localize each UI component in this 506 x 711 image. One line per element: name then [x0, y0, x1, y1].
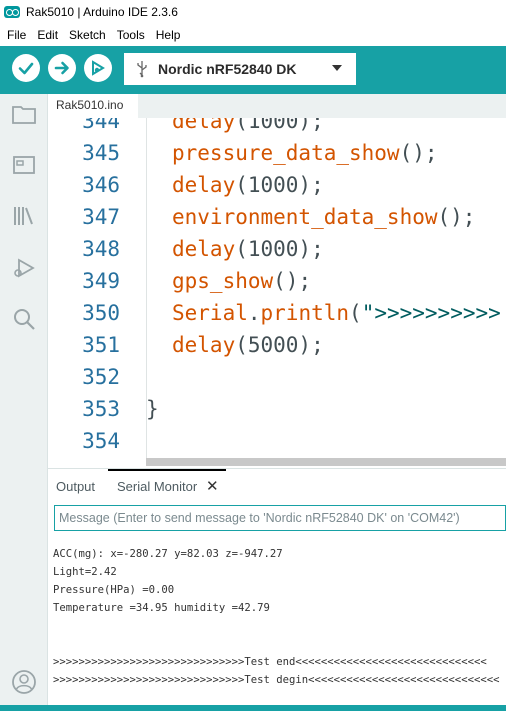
tab-output[interactable]: Output: [56, 479, 95, 494]
code-line[interactable]: pressure_data_show();: [172, 141, 438, 165]
code-token: delay: [172, 333, 236, 357]
title-bar: Rak5010 | Arduino IDE 2.3.6: [0, 0, 506, 24]
menu-file[interactable]: File: [6, 28, 32, 42]
line-number: 350: [82, 301, 120, 325]
debug-panel-button[interactable]: [10, 254, 38, 282]
verify-button[interactable]: [12, 54, 40, 82]
code-token: (1000);: [235, 118, 324, 133]
debug-icon: [92, 60, 105, 76]
debug-button[interactable]: [84, 54, 112, 82]
folder-icon: [12, 106, 36, 124]
code-token: delay: [172, 173, 236, 197]
code-token: (: [349, 301, 362, 325]
code-token: environment_data_show: [172, 205, 438, 229]
serial-message-input[interactable]: [54, 505, 506, 531]
code-token: delay: [172, 118, 236, 133]
upload-button[interactable]: [48, 54, 76, 82]
search-button[interactable]: [10, 305, 38, 333]
toolbar: Nordic nRF52840 DK: [0, 46, 506, 94]
code-line[interactable]: delay(5000);: [172, 333, 324, 357]
library-manager-button[interactable]: [10, 202, 38, 230]
line-number: 345: [82, 141, 120, 165]
tab-label: Rak5010.ino: [56, 98, 124, 112]
code-line[interactable]: Serial.println(">>>>>>>>>>: [172, 301, 501, 325]
boards-manager-button[interactable]: [10, 151, 38, 179]
bottom-panel: Output Serial Monitor ✕ ACC(mg): x=-280.…: [48, 468, 506, 706]
tab-serial-monitor[interactable]: Serial Monitor: [117, 479, 197, 494]
line-number: 349: [82, 269, 120, 293]
line-number: 353: [82, 397, 120, 421]
code-token: pressure_data_show: [172, 141, 400, 165]
arduino-ide-window: Rak5010 | Arduino IDE 2.3.6 File Edit Sk…: [0, 0, 506, 711]
code-line[interactable]: gps_show();: [172, 269, 311, 293]
chevron-down-icon: [332, 65, 342, 71]
board-name: Nordic nRF52840 DK: [158, 61, 297, 77]
library-icon: [14, 207, 33, 225]
board-selector[interactable]: Nordic nRF52840 DK: [124, 53, 356, 85]
line-number: 344: [82, 118, 120, 133]
line-number: 346: [82, 173, 120, 197]
serial-line: ACC(mg): x=-280.27 y=82.03 z=-947.27: [53, 548, 283, 560]
status-bar: [0, 705, 506, 711]
boards-icon: [13, 156, 35, 174]
usb-icon: [137, 61, 147, 78]
serial-line: Temperature =34.95 humidity =42.79: [53, 602, 270, 614]
search-icon: [14, 309, 35, 330]
arrow-right-icon: [54, 61, 69, 75]
code-line[interactable]: delay(1000);: [172, 173, 324, 197]
debug-icon: [14, 258, 35, 278]
line-number: 347: [82, 205, 120, 229]
window-title: Rak5010 | Arduino IDE 2.3.6: [26, 5, 178, 19]
line-gutter: 344 345 346 347 348 349 350 351 352 353 354: [48, 118, 146, 458]
tab-rak5010-ino[interactable]: Rak5010.ino: [48, 94, 138, 118]
serial-line: Light=2.42: [53, 566, 117, 578]
code-editor[interactable]: 344 345 346 347 348 349 350 351 352 353 354 delay(…: [48, 118, 506, 466]
check-icon: [18, 62, 34, 75]
code-token: (1000);: [235, 237, 324, 261]
code-token: }: [146, 397, 159, 421]
code-token: gps_show: [172, 269, 274, 293]
code-token: .: [247, 301, 261, 325]
code-token: Serial: [172, 301, 248, 325]
line-number: 352: [82, 365, 120, 389]
serial-line: Pressure(HPa) =0.00: [53, 584, 175, 596]
sketchbook-button[interactable]: [10, 100, 38, 128]
code-token: (1000);: [235, 173, 324, 197]
horizontal-scrollbar[interactable]: [146, 458, 506, 466]
account-icon: [12, 670, 36, 694]
line-number: 354: [82, 429, 120, 453]
code-line[interactable]: delay(1000);: [172, 237, 324, 261]
code-token: ();: [437, 205, 476, 229]
menu-bar: File Edit Sketch Tools Help: [0, 24, 506, 46]
panel-tabs: Output Serial Monitor ✕: [48, 469, 506, 503]
editor-tabs: Rak5010.ino: [48, 94, 506, 118]
activity-sidebar: [0, 94, 48, 711]
serial-output: ACC(mg): x=-280.27 y=82.03 z=-947.27 Ligh…: [48, 539, 506, 706]
code-line[interactable]: delay(1000);: [172, 118, 324, 133]
menu-edit[interactable]: Edit: [36, 28, 64, 42]
serial-line: >>>>>>>>>>>>>>>>>>>>>>>>>>>>>>Test degin…: [53, 674, 500, 686]
menu-help[interactable]: Help: [155, 28, 187, 42]
code-line[interactable]: environment_data_show();: [172, 205, 475, 229]
code-token: ();: [399, 141, 438, 165]
scrollbar-gutter: [48, 458, 146, 466]
menu-sketch[interactable]: Sketch: [68, 28, 112, 42]
line-number: 348: [82, 237, 120, 261]
code-token: ">>>>>>>>>>: [361, 301, 501, 325]
code-token: delay: [172, 237, 236, 261]
account-button[interactable]: [10, 668, 38, 696]
arduino-logo-icon: [4, 6, 20, 18]
code-line[interactable]: }: [146, 397, 159, 421]
line-number: 351: [82, 333, 120, 357]
code-token: (5000);: [235, 333, 324, 357]
code-token: println: [260, 301, 350, 325]
serial-line: >>>>>>>>>>>>>>>>>>>>>>>>>>>>>>Test end<<…: [53, 656, 487, 668]
active-tab-indicator: [108, 469, 226, 471]
menu-tools[interactable]: Tools: [116, 28, 151, 42]
close-icon[interactable]: ✕: [206, 477, 219, 495]
code-token: ();: [273, 269, 312, 293]
